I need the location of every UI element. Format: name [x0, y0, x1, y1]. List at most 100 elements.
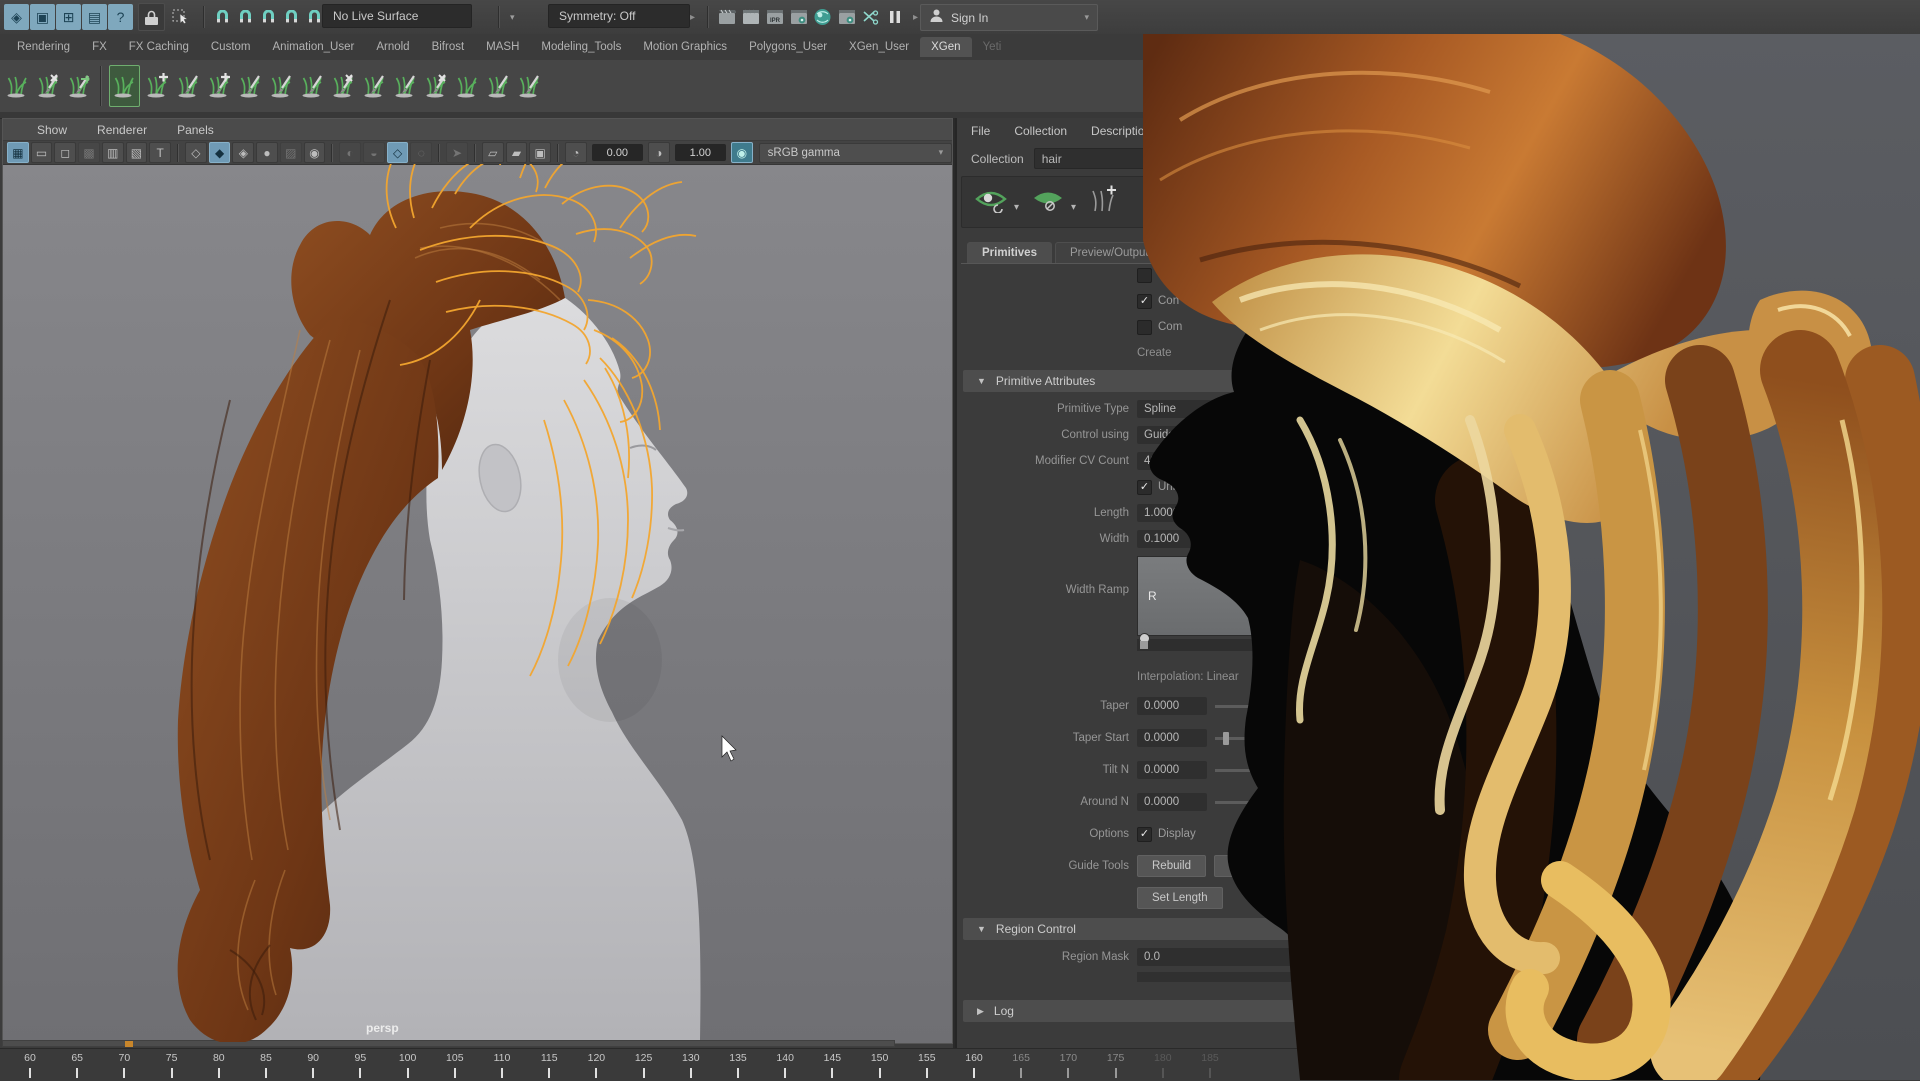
display-render-settings-icon[interactable] — [835, 4, 858, 30]
shelf-tab-arnold[interactable]: Arnold — [365, 37, 420, 57]
gamma-value[interactable]: 1.00 — [675, 144, 726, 161]
sign-in-button[interactable]: Sign In▾ — [920, 4, 1098, 31]
attr-field-modifier-cv-count[interactable]: 40 — [1137, 452, 1207, 470]
smooth-shade-icon[interactable]: ◆ — [209, 142, 231, 163]
pause-icon[interactable] — [883, 4, 906, 30]
snapshot-icon[interactable]: ▱ — [482, 142, 504, 163]
xgen-menu-file[interactable]: File — [971, 124, 990, 138]
shelf-tab-motion-graphics[interactable]: Motion Graphics — [632, 37, 738, 57]
section-header-region-control[interactable]: ▼Region Control — [963, 918, 1371, 940]
xgen-shelf-tool-3-icon[interactable] — [64, 63, 95, 109]
region-mask-track[interactable] — [1137, 972, 1297, 982]
shelf-tab-fx-caching[interactable]: FX Caching — [118, 37, 200, 57]
xgen-menu-collection[interactable]: Collection — [1014, 124, 1067, 138]
lights-icon[interactable]: ◉ — [304, 142, 326, 163]
film-gate-icon[interactable]: ▭ — [31, 142, 53, 163]
snapshot-2d-icon[interactable]: ▰ — [506, 142, 528, 163]
set-length-button[interactable]: Set Length — [1137, 887, 1223, 909]
xgen-shelf-tool-10-icon[interactable] — [297, 63, 328, 109]
attr-slider-width[interactable] — [1215, 538, 1295, 541]
viewport-canvas[interactable] — [3, 165, 952, 1043]
shadows-icon[interactable]: ◐ — [339, 142, 361, 163]
safe-title-icon[interactable]: T — [149, 142, 171, 163]
checkbox-display[interactable]: ✓ — [1137, 827, 1152, 842]
colorspace-dropdown[interactable]: sRGB gamma▾ — [759, 143, 952, 163]
select-anim-icon[interactable]: ▤ — [82, 4, 107, 30]
attr-field-length[interactable]: 1.0000 — [1137, 504, 1207, 522]
checkbox-uniform[interactable]: ✓ — [1137, 480, 1152, 495]
xray-icon[interactable]: ◇ — [387, 142, 409, 163]
checkbox-con[interactable]: ✓ — [1137, 294, 1152, 309]
checkbox-com[interactable] — [1137, 320, 1152, 335]
use-default-material-icon[interactable]: ● — [256, 142, 278, 163]
section-header-primitive-attributes[interactable]: ▼Primitive Attributes — [963, 370, 1371, 392]
viewport-menu-show[interactable]: Show — [37, 123, 67, 137]
grid-icon[interactable]: ▦ — [7, 142, 29, 163]
attr-slider-around-n[interactable] — [1215, 801, 1295, 804]
select-cursor-icon[interactable] — [166, 4, 196, 30]
shelf-tab-bifrost[interactable]: Bifrost — [421, 37, 476, 57]
xgen-shelf-tool-13-icon[interactable] — [390, 63, 421, 109]
shelf-tab-custom[interactable]: Custom — [200, 37, 262, 57]
viewport-menu-panels[interactable]: Panels — [177, 123, 214, 137]
xgen-shelf-tool-1-icon[interactable] — [2, 63, 33, 109]
add-guides-icon[interactable] — [1088, 185, 1118, 220]
xgen-menu-descriptions[interactable]: Descriptions — [1091, 124, 1157, 138]
snap-point-icon[interactable] — [257, 4, 279, 30]
field-chart-icon[interactable]: ▥ — [102, 142, 124, 163]
select-hierarchy-icon[interactable]: ◈ — [4, 4, 29, 30]
snap-grid-icon[interactable] — [211, 4, 233, 30]
attr-slider-taper-start[interactable] — [1215, 737, 1295, 740]
select-object-icon[interactable]: ▣ — [30, 4, 55, 30]
expand-arrow-icon[interactable]: ▸ — [913, 12, 918, 23]
shelf-tab-xgen[interactable]: XGen — [920, 37, 971, 57]
shelf-tab-polygons-user[interactable]: Polygons_User — [738, 37, 838, 57]
attr-dropdown-primitive-type[interactable]: Spline — [1137, 400, 1287, 418]
lock-icon[interactable] — [138, 3, 165, 31]
attr-field-tilt-n[interactable]: 0.0000 — [1137, 761, 1207, 779]
render-view-icon[interactable] — [715, 4, 738, 30]
live-surface-field[interactable]: No Live Surface — [322, 4, 472, 28]
xgen-tab-preview-output[interactable]: Preview/Output — [1055, 242, 1164, 263]
time-slider[interactable]: 6065707580859095100105110115120125130135… — [0, 1048, 1920, 1081]
chevron-down-icon[interactable]: ▾ — [510, 12, 515, 23]
section-header-log[interactable]: ▶Log — [963, 1000, 1371, 1022]
expand-arrow-icon[interactable]: ▸ — [690, 12, 695, 23]
checker-icon[interactable]: ▨ — [280, 142, 302, 163]
gate-mask-icon[interactable]: ▩ — [78, 142, 100, 163]
slider-handle[interactable] — [1223, 732, 1229, 745]
xgen-shelf-tool-9-icon[interactable] — [266, 63, 297, 109]
textured-icon[interactable]: ◈ — [232, 142, 254, 163]
help-mode-icon[interactable]: ? — [108, 4, 133, 30]
motion-blur-icon[interactable]: ◌ — [410, 142, 432, 163]
shelf-tab-animation-user[interactable]: Animation_User — [262, 37, 366, 57]
safe-action-icon[interactable]: ▧ — [126, 142, 148, 163]
current-frame-marker[interactable] — [125, 1041, 133, 1047]
shelf-tab-yeti[interactable]: Yeti — [972, 37, 1013, 57]
attr-field-around-n[interactable]: 0.0000 — [1137, 793, 1207, 811]
primitive-visibility-eye-icon[interactable] — [974, 187, 1008, 218]
shelf-tab-fx[interactable]: FX — [81, 37, 118, 57]
xgen-shelf-tool-12-icon[interactable] — [359, 63, 390, 109]
chevron-down-icon[interactable]: ▾ — [1071, 202, 1076, 213]
xgen-shelf-tool-15-icon[interactable] — [452, 63, 483, 109]
normalize-button[interactable]: Normalize — [1214, 855, 1296, 877]
select-component-icon[interactable]: ⊞ — [56, 4, 81, 30]
xgen-shelf-tool-11-icon[interactable] — [328, 63, 359, 109]
shelf-tab-modeling-tools[interactable]: Modeling_Tools — [530, 37, 632, 57]
ipr-render-icon[interactable]: IPR — [763, 4, 786, 30]
width-ramp-widget[interactable]: R — [1137, 556, 1302, 636]
contrast-icon[interactable]: ◑ — [648, 142, 670, 163]
color-management-toggle-icon[interactable]: ◉ — [731, 142, 753, 163]
exposure-icon[interactable]: ◔ — [565, 142, 587, 163]
chevron-down-icon[interactable]: ▾ — [1014, 202, 1019, 213]
shelf-tab-xgen-user[interactable]: XGen_User — [838, 37, 920, 57]
xgen-shelf-tool-17-icon[interactable] — [514, 63, 545, 109]
attr-slider-tilt-n[interactable] — [1215, 769, 1295, 772]
shelf-tab-rendering[interactable]: Rendering — [6, 37, 81, 57]
guide-visibility-eye-icon[interactable] — [1031, 187, 1065, 218]
pane-layout-icon[interactable]: ▣ — [529, 142, 551, 163]
attr-slider-length[interactable] — [1215, 512, 1295, 515]
xgen-tab-primitives[interactable]: Primitives — [967, 242, 1052, 263]
ramp-key-handle[interactable] — [1140, 641, 1148, 649]
